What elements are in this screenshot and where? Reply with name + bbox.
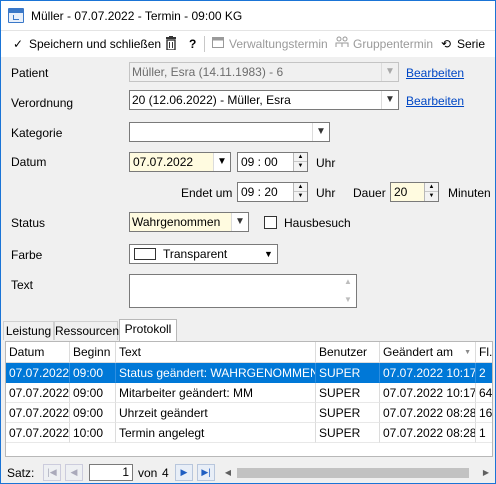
- series-button[interactable]: ⟲ Serie: [439, 36, 485, 52]
- toolbar-separator: [204, 36, 205, 52]
- calendar-icon: [8, 8, 24, 23]
- scroll-right-icon[interactable]: ▶: [479, 465, 493, 481]
- record-number-input[interactable]: 1: [89, 464, 133, 481]
- patient-label: Patient: [11, 66, 49, 80]
- prescription-label: Verordnung: [11, 96, 74, 110]
- spin-up-icon[interactable]: ▲: [425, 183, 438, 192]
- scroll-left-icon[interactable]: ◀: [221, 465, 235, 481]
- group-appointment-button[interactable]: Gruppentermin: [335, 36, 433, 52]
- column-header-changed[interactable]: Geändert am ▼: [380, 342, 476, 363]
- tab-protokoll[interactable]: Protokoll: [119, 319, 177, 341]
- duration-label: Dauer: [353, 186, 386, 200]
- spin-down-icon[interactable]: ▼: [294, 192, 307, 201]
- scrollbar-thumb[interactable]: [237, 468, 469, 478]
- previous-record-icon[interactable]: ◀: [65, 464, 83, 481]
- home-visit-label: Hausbesuch: [284, 216, 351, 230]
- record-of-label: von: [138, 466, 158, 480]
- spin-down-icon[interactable]: ▼: [425, 192, 438, 201]
- calendar-small-icon: [211, 36, 225, 52]
- column-header-start[interactable]: Beginn: [70, 342, 116, 363]
- scroll-down-icon[interactable]: ▼: [340, 293, 356, 307]
- color-combo[interactable]: Transparent ▼: [129, 244, 278, 264]
- table-row[interactable]: 07.07.2022 09:00 Status geändert: WAHRGE…: [6, 363, 492, 383]
- toolbar: ✓ Speichern und schließen ? Verwaltungste…: [1, 31, 495, 57]
- next-record-icon[interactable]: ▶: [175, 464, 193, 481]
- spin-up-icon[interactable]: ▲: [294, 153, 307, 162]
- first-record-icon[interactable]: |◀: [43, 464, 61, 481]
- record-label: Satz:: [7, 466, 35, 480]
- last-record-icon[interactable]: ▶|: [197, 464, 215, 481]
- sort-desc-icon: ▼: [464, 349, 471, 356]
- appointment-window: Müller - 07.07.2022 - Termin - 09:00 KG …: [0, 0, 496, 484]
- text-label: Text: [11, 278, 34, 292]
- scroll-up-icon[interactable]: ▲: [340, 275, 356, 289]
- chevron-down-icon: ▼: [231, 213, 248, 231]
- start-time-unit: Uhr: [316, 156, 336, 170]
- table-row[interactable]: 07.07.2022 09:00 Uhrzeit geändert SUPER …: [6, 403, 492, 423]
- text-area[interactable]: ▲ ▼: [129, 274, 357, 308]
- end-time-unit: Uhr: [316, 186, 336, 200]
- grid-header: Datum Beginn Text Benutzer Geändert am ▼…: [6, 342, 492, 363]
- record-total: 4: [162, 466, 169, 480]
- delete-button[interactable]: [165, 36, 177, 52]
- trash-icon: [165, 36, 177, 53]
- column-header-user[interactable]: Benutzer: [316, 342, 380, 363]
- admin-appointment-button[interactable]: Verwaltungstermin: [211, 36, 328, 52]
- group-icon: [335, 36, 349, 52]
- chevron-down-icon: ▼: [213, 153, 230, 171]
- spin-down-icon[interactable]: ▼: [294, 162, 307, 171]
- color-label: Farbe: [11, 248, 43, 262]
- record-navigator: Satz: |◀ ◀ 1 von 4 ▶ ▶| ◀ ▶: [5, 462, 493, 482]
- refresh-icon: ⟲: [440, 37, 452, 51]
- spin-up-icon[interactable]: ▲: [294, 183, 307, 192]
- save-and-close-button[interactable]: ✓ Speichern und schließen: [11, 36, 161, 52]
- end-time-spinner[interactable]: 09 : 20 ▲ ▼: [237, 182, 308, 202]
- tab-ressourcen[interactable]: Ressourcen: [54, 321, 119, 340]
- category-label: Kategorie: [11, 126, 63, 140]
- table-row[interactable]: 07.07.2022 09:00 Mitarbeiter geändert: M…: [6, 383, 492, 403]
- column-header-date[interactable]: Datum: [6, 342, 70, 363]
- help-button[interactable]: ?: [189, 36, 196, 52]
- date-label: Datum: [11, 155, 47, 169]
- start-time-spinner[interactable]: 09 : 00 ▲ ▼: [237, 152, 308, 172]
- duration-spinner[interactable]: 20 ▲ ▼: [390, 182, 439, 202]
- chevron-down-icon: ▼: [312, 123, 329, 141]
- chevron-down-icon: ▼: [264, 249, 273, 259]
- chevron-down-icon: ▼: [381, 91, 398, 109]
- column-header-flags[interactable]: Fl.: [476, 342, 492, 363]
- column-header-text[interactable]: Text: [116, 342, 316, 363]
- prescription-combo[interactable]: 20 (12.06.2022) - Müller, Esra ▼: [129, 90, 399, 110]
- status-combo[interactable]: Wahrgenommen ▼: [129, 212, 249, 232]
- tab-leistung[interactable]: Leistung: [3, 321, 54, 340]
- checkmark-icon: ✓: [12, 37, 24, 51]
- protocol-grid: Datum Beginn Text Benutzer Geändert am ▼…: [5, 341, 493, 457]
- home-visit-checkbox[interactable]: [264, 216, 277, 229]
- date-picker[interactable]: 07.07.2022 ▼: [129, 152, 231, 172]
- table-row[interactable]: 07.07.2022 10:00 Termin angelegt SUPER 0…: [6, 423, 492, 443]
- prescription-edit-link[interactable]: Bearbeiten: [406, 93, 464, 109]
- patient-edit-link[interactable]: Bearbeiten: [406, 65, 464, 81]
- window-title: Müller - 07.07.2022 - Termin - 09:00 KG: [31, 9, 243, 23]
- title-bar: Müller - 07.07.2022 - Termin - 09:00 KG: [1, 1, 495, 31]
- status-label: Status: [11, 216, 46, 230]
- chevron-down-icon: ▼: [381, 63, 398, 81]
- category-combo[interactable]: ▼: [129, 122, 330, 142]
- end-time-label: Endet um: [181, 186, 233, 200]
- duration-unit: Minuten: [448, 186, 491, 200]
- grid-horizontal-scrollbar[interactable]: ◀ ▶: [221, 465, 493, 481]
- color-swatch: [134, 248, 156, 260]
- patient-combo[interactable]: Müller, Esra (14.11.1983) - 6 ▼: [129, 62, 399, 82]
- text-scrollbar[interactable]: ▲ ▼: [340, 275, 356, 307]
